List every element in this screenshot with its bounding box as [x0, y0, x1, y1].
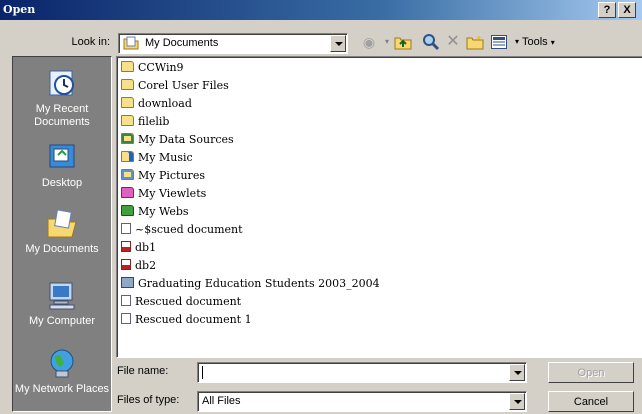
recent-documents-icon: [49, 70, 74, 96]
folder-icon: [121, 97, 134, 108]
list-item[interactable]: download: [121, 96, 192, 112]
viewlets-folder-icon: [121, 187, 134, 198]
place-my-recent-documents[interactable]: My Recent Documents: [13, 67, 111, 129]
list-item[interactable]: db2: [121, 258, 156, 274]
text-cursor: [202, 366, 203, 379]
application-icon: [121, 277, 134, 288]
tools-dropdown-icon: ▾: [550, 38, 555, 47]
lookin-label: Look in:: [71, 36, 110, 48]
document-icon: [121, 295, 131, 306]
delete-icon[interactable]: ✕: [442, 32, 464, 52]
list-item[interactable]: My Viewlets: [121, 186, 206, 202]
open-button[interactable]: Open: [548, 362, 634, 383]
place-label: My Computer: [28, 315, 96, 327]
search-web-icon[interactable]: [420, 32, 442, 52]
place-label: My Network Places: [14, 383, 110, 395]
pictures-folder-icon: [121, 169, 134, 180]
webs-folder-icon: [121, 205, 134, 216]
close-button[interactable]: X: [618, 2, 636, 18]
place-my-network-places[interactable]: My Network Places: [13, 347, 111, 396]
list-item[interactable]: My Data Sources: [121, 132, 234, 148]
place-label: Desktop: [41, 177, 83, 189]
data-sources-folder-icon: [121, 133, 134, 144]
list-item[interactable]: My Webs: [121, 204, 189, 220]
new-folder-icon[interactable]: [464, 32, 486, 52]
file-name-label: File name:: [117, 365, 169, 377]
list-item[interactable]: filelib: [121, 114, 169, 130]
folder-icon: [121, 61, 134, 72]
file-type-select[interactable]: All Files: [197, 391, 527, 412]
places-bar: My Recent Documents Desktop My Documents…: [12, 56, 112, 412]
cancel-button[interactable]: Cancel: [548, 391, 634, 412]
access-db-icon: [121, 259, 131, 270]
place-my-computer[interactable]: My Computer: [13, 279, 111, 328]
file-list[interactable]: CCWin9 Corel User Files download filelib…: [116, 56, 642, 358]
up-folder-icon[interactable]: [392, 32, 414, 52]
access-db-icon: [121, 241, 131, 252]
list-item[interactable]: Graduating Education Students 2003_2004: [121, 276, 380, 292]
place-label: My Documents: [25, 243, 99, 255]
window-title: Open: [3, 3, 36, 16]
file-type-label: Files of type:: [117, 394, 180, 406]
list-item[interactable]: Rescued document: [121, 294, 241, 310]
tools-menu[interactable]: Tools ▾: [522, 36, 555, 48]
list-item[interactable]: Rescued document 1: [121, 312, 252, 328]
place-my-documents[interactable]: My Documents: [13, 207, 111, 256]
list-item[interactable]: Corel User Files: [121, 78, 229, 94]
lookin-dropdown[interactable]: My Documents: [118, 33, 348, 54]
chevron-down-icon[interactable]: [509, 364, 525, 381]
music-folder-icon: [121, 151, 134, 162]
desktop-icon: [49, 144, 75, 168]
document-icon: [121, 313, 131, 324]
list-item[interactable]: CCWin9: [121, 60, 184, 76]
title-bar: Open ? X: [0, 0, 642, 20]
place-desktop[interactable]: Desktop: [13, 141, 111, 190]
my-documents-small-icon: [123, 36, 139, 50]
file-type-value: All Files: [202, 395, 241, 407]
list-item[interactable]: My Pictures: [121, 168, 205, 184]
chevron-down-icon[interactable]: [509, 393, 525, 410]
place-label: My Recent Documents: [34, 103, 90, 128]
folder-icon: [121, 115, 134, 126]
my-computer-icon: [49, 282, 75, 310]
file-name-input[interactable]: [197, 362, 527, 383]
document-icon: [121, 223, 131, 234]
lookin-value: My Documents: [145, 37, 219, 49]
network-places-icon: [50, 349, 74, 378]
my-documents-icon: [47, 209, 77, 238]
list-item[interactable]: db1: [121, 240, 156, 256]
chevron-down-icon[interactable]: [330, 35, 346, 52]
list-item[interactable]: My Music: [121, 150, 193, 166]
tools-label: Tools: [522, 36, 548, 48]
help-button[interactable]: ?: [598, 2, 616, 18]
folder-icon: [121, 79, 134, 90]
list-item[interactable]: ~$scued document: [121, 222, 243, 238]
